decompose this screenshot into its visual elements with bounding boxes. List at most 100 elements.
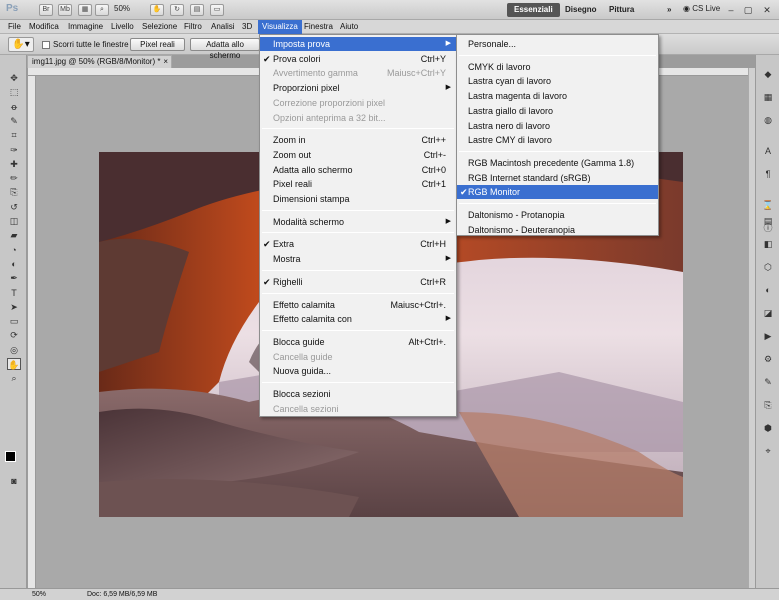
3d-rotate-tool-icon[interactable]: ⟳ — [7, 329, 21, 341]
layers-panel-icon[interactable]: ▤ — [761, 215, 775, 227]
view-menu-item-zoom-out[interactable]: Zoom out Ctrl+- — [260, 148, 456, 162]
close-document-icon[interactable]: × — [163, 56, 168, 68]
proof-menu-item-lastra-giallo-di-lavoro[interactable]: Lastra giallo di lavoro — [457, 104, 658, 118]
swatches-panel-icon[interactable]: ▦ — [761, 91, 775, 103]
menu-immagine[interactable]: Immagine — [64, 20, 107, 34]
type-tool-icon[interactable]: T — [7, 287, 21, 299]
menu-visualizza[interactable]: Visualizza — [258, 20, 302, 34]
color-panel-icon[interactable]: ◆ — [761, 68, 775, 80]
launch-mini-bridge-button[interactable]: Mb — [58, 4, 72, 16]
crop-tool-icon[interactable]: ⌗ — [7, 129, 21, 141]
3d-panel-icon[interactable]: ⬢ — [761, 422, 775, 434]
menu-selezione[interactable]: Selezione — [138, 20, 181, 34]
scroll-all-windows-checkbox[interactable] — [42, 41, 50, 49]
workspace-overflow-button[interactable]: » — [660, 3, 678, 17]
proof-menu-item-rgb-monitor[interactable]: ✔ RGB Monitor — [457, 185, 658, 200]
cs-live-button[interactable]: ◉ CS Live — [683, 4, 720, 13]
lasso-tool-icon[interactable]: ꝋ — [7, 101, 21, 113]
document-tab[interactable]: img11.jpg @ 50% (RGB/8/Monitor) * × — [27, 55, 172, 68]
menu-livello[interactable]: Livello — [107, 20, 138, 34]
move-tool-icon[interactable]: ✥ — [7, 72, 21, 84]
tool-preset-picker[interactable]: ✋▾ — [8, 37, 34, 52]
proof-menu-item-personale[interactable]: Personale... — [457, 37, 658, 51]
dodge-tool-icon[interactable]: ◐ — [7, 258, 21, 270]
view-menu-item-adatta-allo-schermo[interactable]: Adatta allo schermo Ctrl+0 — [260, 163, 456, 177]
brush-panel-icon[interactable]: ✎ — [761, 376, 775, 388]
minimize-button[interactable]: – — [724, 4, 738, 16]
navigator-panel-icon[interactable]: ⌖ — [761, 445, 775, 457]
zoom-level-select[interactable]: 50% — [114, 4, 130, 13]
masks-panel-icon[interactable]: ◪ — [761, 307, 775, 319]
quick-select-tool-icon[interactable]: ✎ — [7, 115, 21, 127]
view-menu-item-dimensioni-stampa[interactable]: Dimensioni stampa — [260, 192, 456, 206]
eyedropper-tool-icon[interactable]: ✑ — [7, 144, 21, 156]
menu-modifica[interactable]: Modifica — [25, 20, 63, 34]
menu-3d[interactable]: 3D — [238, 20, 256, 34]
proof-menu-item-lastra-nero-di-lavoro[interactable]: Lastra nero di lavoro — [457, 119, 658, 133]
channels-panel-icon[interactable]: ◧ — [761, 238, 775, 250]
arrange-documents-icon[interactable]: ▤ — [190, 4, 204, 16]
view-menu-item-mostra[interactable]: Mostra ▶ — [260, 252, 456, 266]
proof-menu-item-lastre-cmy-di-lavoro[interactable]: Lastre CMY di lavoro — [457, 133, 658, 147]
menu-filtro[interactable]: Filtro — [180, 20, 206, 34]
menu-finestra[interactable]: Finestra — [300, 20, 337, 34]
close-window-button[interactable]: ✕ — [760, 4, 774, 16]
proof-menu-item-daltonismo-deuteranopia[interactable]: Daltonismo - Deuteranopia — [457, 223, 658, 237]
extras-button[interactable]: ▦ — [78, 4, 92, 16]
zoom-level-icon[interactable]: ⌕ — [95, 4, 109, 16]
styles-panel-icon[interactable]: ◍ — [761, 114, 775, 126]
3d-orbit-tool-icon[interactable]: ◎ — [7, 344, 21, 356]
paragraph-panel-icon[interactable]: ¶ — [761, 168, 775, 180]
marquee-tool-icon[interactable]: ⬚ — [7, 86, 21, 98]
workspace-pittura[interactable]: Pittura — [602, 3, 641, 17]
history-brush-tool-icon[interactable]: ↺ — [7, 201, 21, 213]
healing-tool-icon[interactable]: ✚ — [7, 158, 21, 170]
view-menu-item-effetto-calamita[interactable]: Effetto calamita Maiusc+Ctrl+. — [260, 298, 456, 312]
fit-screen-button[interactable]: Adatta allo schermo — [190, 38, 260, 60]
view-menu-item-zoom-in[interactable]: Zoom in Ctrl++ — [260, 133, 456, 147]
workspace-disegno[interactable]: Disegno — [558, 3, 604, 17]
menu-file[interactable]: File — [4, 20, 25, 34]
view-menu-item-imposta-prova[interactable]: Imposta prova ▶ — [260, 37, 456, 51]
view-menu-item-nuova-guida[interactable]: Nuova guida... — [260, 364, 456, 378]
vertical-scrollbar[interactable] — [748, 68, 755, 588]
eraser-tool-icon[interactable]: ◫ — [7, 215, 21, 227]
proof-menu-item-rgb-internet-standard-srgb[interactable]: RGB Internet standard (sRGB) — [457, 171, 658, 185]
blur-tool-icon[interactable]: ◔ — [7, 244, 21, 256]
actions-panel-icon[interactable]: ▶ — [761, 330, 775, 342]
view-menu-item-blocca-sezioni[interactable]: Blocca sezioni — [260, 387, 456, 401]
view-menu-item-righelli[interactable]: ✔ Righelli Ctrl+R — [260, 275, 456, 289]
proof-menu-item-cmyk-di-lavoro[interactable]: CMYK di lavoro — [457, 60, 658, 74]
shape-tool-icon[interactable]: ▭ — [7, 315, 21, 327]
hand-tool-icon[interactable]: ✋ — [7, 358, 21, 370]
proof-menu-item-lastra-cyan-di-lavoro[interactable]: Lastra cyan di lavoro — [457, 74, 658, 88]
status-zoom[interactable]: 50% — [32, 589, 46, 600]
view-menu-item-prova-colori[interactable]: ✔ Prova colori Ctrl+Y — [260, 52, 456, 66]
screen-mode-icon[interactable]: ▭ — [210, 4, 224, 16]
quick-mask-icon[interactable]: ◙ — [7, 475, 21, 487]
workspace-essenziali[interactable]: Essenziali — [507, 3, 560, 17]
menu-analisi[interactable]: Analisi — [207, 20, 239, 34]
view-menu-item-extra[interactable]: ✔ Extra Ctrl+H — [260, 237, 456, 251]
gradient-tool-icon[interactable]: ▰ — [7, 229, 21, 241]
clone-stamp-tool-icon[interactable]: ⎘ — [7, 186, 21, 198]
view-menu-item-effetto-calamita-con[interactable]: Effetto calamita con ▶ — [260, 312, 456, 326]
foreground-color-swatch[interactable] — [5, 451, 16, 462]
actual-pixels-button[interactable]: Pixel reali — [130, 38, 185, 51]
maximize-button[interactable]: ▢ — [741, 4, 755, 16]
view-menu-item-modalita-schermo[interactable]: Modalità schermo ▶ — [260, 215, 456, 229]
zoom-tool-icon[interactable]: ⌕ — [7, 372, 21, 384]
proof-menu-item-rgb-macintosh-precedente-gamma-1-8[interactable]: RGB Macintosh precedente (Gamma 1.8) — [457, 156, 658, 170]
rotate-view-icon[interactable]: ↻ — [170, 4, 184, 16]
proof-menu-item-lastra-magenta-di-lavoro[interactable]: Lastra magenta di lavoro — [457, 89, 658, 103]
brush-tool-icon[interactable]: ✏ — [7, 172, 21, 184]
character-panel-icon[interactable]: A — [761, 145, 775, 157]
adjustments-panel-icon[interactable]: ◐ — [761, 284, 775, 296]
launch-bridge-button[interactable]: Br — [39, 4, 53, 16]
paths-panel-icon[interactable]: ⬡ — [761, 261, 775, 273]
menu-aiuto[interactable]: Aiuto — [336, 20, 362, 34]
pen-tool-icon[interactable]: ✒ — [7, 272, 21, 284]
proof-menu-item-daltonismo-protanopia[interactable]: Daltonismo - Protanopia — [457, 208, 658, 222]
tool-presets-panel-icon[interactable]: ⚙ — [761, 353, 775, 365]
path-select-tool-icon[interactable]: ➤ — [7, 301, 21, 313]
